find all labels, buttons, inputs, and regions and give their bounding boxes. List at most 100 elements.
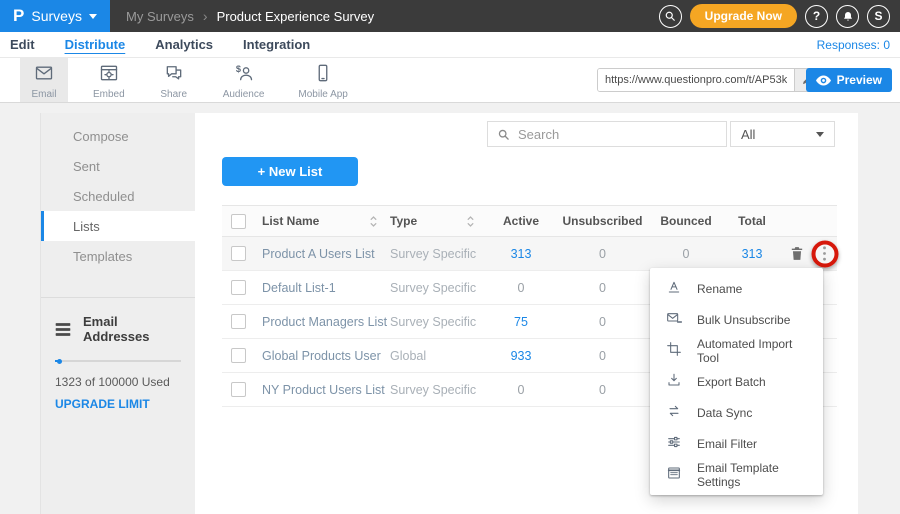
breadcrumb-separator: › bbox=[203, 8, 208, 24]
search-icon bbox=[497, 128, 510, 141]
responses-count[interactable]: Responses: 0 bbox=[817, 38, 890, 52]
eye-icon bbox=[816, 75, 831, 86]
breadcrumb-parent-link[interactable]: My Surveys bbox=[126, 9, 194, 24]
row-menu-button[interactable] bbox=[822, 246, 827, 261]
sidebar-item[interactable]: Templates bbox=[41, 241, 195, 271]
nav-tab[interactable]: Analytics bbox=[155, 37, 213, 52]
column-header-type: Type bbox=[390, 214, 487, 228]
context-menu-item[interactable]: Data Sync bbox=[650, 397, 823, 428]
list-type: Survey Specific bbox=[390, 383, 487, 397]
list-name-link[interactable]: NY Product Users List bbox=[262, 383, 390, 397]
active-count: 933 bbox=[487, 349, 555, 363]
list-type: Global bbox=[390, 349, 487, 363]
product-switcher[interactable]: P Surveys bbox=[0, 0, 110, 32]
channel-tab[interactable]: Embed bbox=[84, 58, 134, 102]
email-addresses-header: Email Addresses bbox=[55, 314, 181, 344]
upgrade-now-button[interactable]: Upgrade Now bbox=[690, 4, 797, 28]
sidebar-item[interactable]: Scheduled bbox=[41, 181, 195, 211]
data-sync-icon bbox=[666, 403, 682, 422]
email-addresses-section: Email Addresses 1323 of 100000 Used UPGR… bbox=[41, 297, 195, 411]
active-count: 0 bbox=[487, 383, 555, 397]
select-all-checkbox[interactable] bbox=[231, 214, 246, 229]
active-count: 75 bbox=[487, 315, 555, 329]
row-checkbox[interactable] bbox=[231, 280, 246, 295]
bulk-unsubscribe-icon bbox=[666, 310, 682, 329]
column-header-list-name: List Name bbox=[262, 214, 390, 228]
row-checkbox[interactable] bbox=[231, 382, 246, 397]
sidebar-item[interactable]: Compose bbox=[41, 121, 195, 151]
chevron-down-icon bbox=[816, 132, 824, 137]
channel-tab[interactable]: Email bbox=[20, 58, 68, 102]
filter-selected-value: All bbox=[741, 127, 755, 142]
new-list-button[interactable]: + New List bbox=[222, 157, 358, 186]
context-menu-item[interactable]: Email Filter bbox=[650, 428, 823, 459]
avatar-initial: S bbox=[874, 9, 882, 23]
context-menu-item[interactable]: Export Batch bbox=[650, 366, 823, 397]
row-checkbox[interactable] bbox=[231, 314, 246, 329]
unsubscribed-count: 0 bbox=[555, 349, 650, 363]
nav-tab[interactable]: Integration bbox=[243, 37, 310, 52]
bell-icon bbox=[842, 10, 854, 23]
account-avatar[interactable]: S bbox=[867, 5, 890, 28]
automated-import-icon bbox=[666, 341, 682, 360]
notifications-button[interactable] bbox=[836, 5, 859, 28]
svg-text:$: $ bbox=[235, 63, 240, 73]
sort-icon[interactable] bbox=[369, 215, 378, 228]
list-type: Survey Specific bbox=[390, 281, 487, 295]
channel-tab[interactable]: $ Audience bbox=[214, 58, 274, 102]
list-stack-icon bbox=[55, 322, 71, 337]
chevron-down-icon bbox=[89, 14, 97, 19]
embed-icon bbox=[99, 63, 119, 88]
sidebar-items: Compose Sent Scheduled Lists Templates bbox=[41, 113, 195, 271]
sidebar-item[interactable]: Lists bbox=[41, 211, 195, 241]
preview-button[interactable]: Preview bbox=[806, 68, 892, 92]
breadcrumb: My Surveys › Product Experience Survey bbox=[126, 8, 374, 24]
context-menu-item[interactable]: Email Template Settings bbox=[650, 459, 823, 490]
sidebar-item[interactable]: Sent bbox=[41, 151, 195, 181]
nav-tab[interactable]: Edit bbox=[10, 37, 35, 52]
list-name-link[interactable]: Default List-1 bbox=[262, 281, 390, 295]
context-menu-item[interactable]: Automated Import Tool bbox=[650, 335, 823, 366]
list-name-link[interactable]: Product Managers List bbox=[262, 315, 390, 329]
context-menu-item[interactable]: Bulk Unsubscribe bbox=[650, 304, 823, 335]
survey-url-box bbox=[597, 68, 819, 92]
email-template-settings-icon bbox=[666, 465, 682, 484]
search-button[interactable] bbox=[659, 5, 682, 28]
email-addresses-title: Email Addresses bbox=[83, 314, 181, 344]
row-checkbox[interactable] bbox=[231, 246, 246, 261]
audience-icon: $ bbox=[234, 63, 254, 88]
row-checkbox[interactable] bbox=[231, 348, 246, 363]
upgrade-limit-link[interactable]: UPGRADE LIMIT bbox=[55, 397, 181, 411]
channel-tab[interactable]: Share bbox=[150, 58, 198, 102]
questionpro-logo-icon: P bbox=[13, 6, 24, 26]
list-name-link[interactable]: Global Products User bbox=[262, 349, 390, 363]
usage-progress-dot bbox=[57, 359, 62, 364]
table-row: Product A Users List Survey Specific 313… bbox=[222, 237, 837, 271]
row-context-menu: Rename Bulk Unsubscribe Automated Import… bbox=[650, 268, 823, 495]
top-right-actions: Upgrade Now ? S bbox=[659, 4, 900, 28]
search-icon bbox=[664, 10, 676, 22]
unsubscribed-count: 0 bbox=[555, 383, 650, 397]
unsubscribed-count: 0 bbox=[555, 247, 650, 261]
delete-list-button[interactable] bbox=[790, 246, 804, 261]
rename-icon bbox=[666, 279, 682, 298]
help-button[interactable]: ? bbox=[805, 5, 828, 28]
list-type: Survey Specific bbox=[390, 315, 487, 329]
usage-text: 1323 of 100000 Used bbox=[55, 375, 181, 389]
sort-icon[interactable] bbox=[466, 215, 475, 228]
context-menu-item[interactable]: Rename bbox=[650, 273, 823, 304]
list-filter-dropdown[interactable]: All bbox=[730, 121, 835, 147]
email-filter-icon bbox=[666, 434, 682, 453]
unsubscribed-count: 0 bbox=[555, 315, 650, 329]
list-search-box bbox=[487, 121, 727, 147]
channel-tab[interactable]: Mobile App bbox=[289, 58, 356, 102]
nav-tab[interactable]: Distribute bbox=[65, 37, 126, 52]
email-icon bbox=[34, 63, 54, 88]
email-sidebar: Compose Sent Scheduled Lists Templates E… bbox=[40, 113, 195, 514]
survey-url-input[interactable] bbox=[598, 69, 794, 91]
mobile-app-icon bbox=[313, 63, 333, 88]
search-input[interactable] bbox=[518, 127, 717, 142]
list-name-link[interactable]: Product A Users List bbox=[262, 247, 390, 261]
trash-icon bbox=[790, 246, 804, 261]
share-icon bbox=[164, 63, 184, 88]
